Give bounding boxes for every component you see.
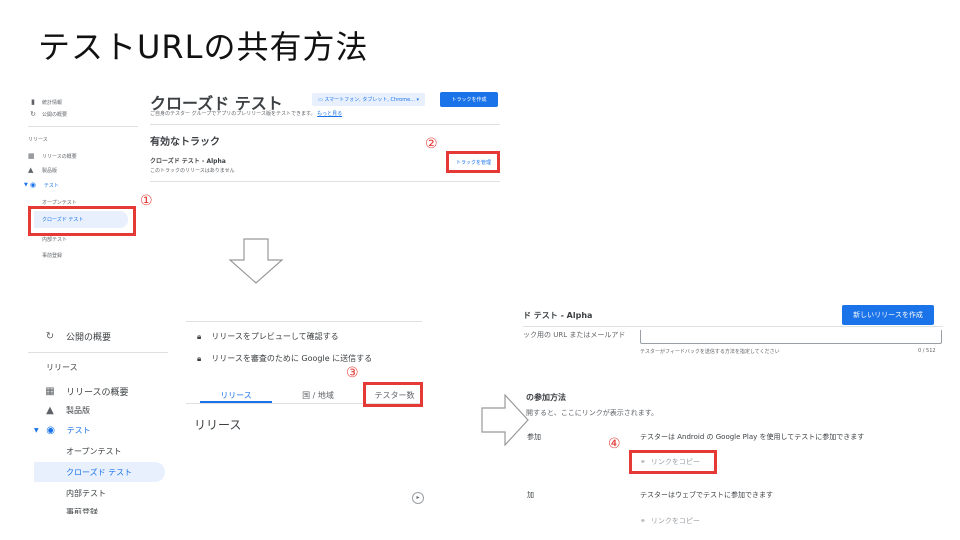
sidebar-section-release: リリース <box>46 363 78 372</box>
arrow-down-icon <box>228 238 284 284</box>
sidebar-item-prereg[interactable]: 事前登録 <box>42 252 62 259</box>
join-heading: の参加方法 <box>526 393 566 402</box>
sidebar-item-release-overview[interactable]: ▦ リリースの概要 <box>42 385 128 398</box>
publish-icon: ↻ <box>45 331 55 342</box>
sidebar-item-open-testing[interactable]: オープンテスト <box>42 199 77 206</box>
lock-icon: 🔒︎ <box>197 331 202 341</box>
divider <box>28 352 168 353</box>
highlight-box-2 <box>446 151 500 173</box>
sidebar-item-open-testing[interactable]: オープンテスト <box>66 446 122 457</box>
sidebar-item-overview[interactable]: ↻ 公開の概要 <box>28 108 138 120</box>
sidebar-item-prereg[interactable]: 事前登録 <box>66 508 98 514</box>
sidebar-item-internal-testing[interactable]: 内部テスト <box>42 236 67 243</box>
marker-4: ④ <box>608 436 621 452</box>
char-counter: 0 / 512 <box>918 348 936 354</box>
link-icon: ⚭ <box>640 517 646 525</box>
divider <box>523 326 943 327</box>
divider <box>186 321 422 322</box>
new-release-button[interactable]: 新しいリリースを作成 <box>842 305 934 325</box>
sidebar-item-overview[interactable]: ↻ 公開の概要 <box>42 330 111 343</box>
sidebar-item-release-overview[interactable]: ▦ リリースの概要 <box>28 152 77 160</box>
testing-icon: ◉ <box>46 425 55 436</box>
play-circle-icon[interactable]: ▸ <box>412 492 424 504</box>
feedback-input[interactable] <box>640 330 942 344</box>
feedback-label: ック用の URL またはメールアド <box>523 331 626 339</box>
marker-2: ② <box>425 136 438 152</box>
sidebar-item-closed-testing[interactable]: クローズド テスト <box>66 467 132 478</box>
submit-release-row[interactable]: 🔒︎ リリースを審査のために Google に送信する <box>197 353 372 364</box>
create-track-button[interactable]: トラックを作成 <box>440 92 498 107</box>
marker-1: ① <box>140 193 153 209</box>
sidebar-item-internal-testing[interactable]: 内部テスト <box>66 488 106 499</box>
web-label: 加 <box>527 491 534 499</box>
sidebar-item-bundle[interactable]: ▲ 製品版 <box>42 405 90 416</box>
preview-release-row[interactable]: 🔒︎ リリースをプレビューして確認する <box>197 331 339 342</box>
chevron-down-icon: ▼ <box>34 427 39 434</box>
publish-icon: ↻ <box>30 110 36 118</box>
sidebar: ▮ 統計情報 ↻ 公開の概要 <box>28 96 138 120</box>
web-description: テスターはウェブでテストに参加できます <box>640 491 773 499</box>
active-tracks-heading: 有効なトラック <box>150 137 220 148</box>
sidebar-item-bundle[interactable]: ▲ 製品版 <box>28 166 57 174</box>
page-title: テストURLの共有方法 <box>38 28 369 66</box>
android-description: テスターは Android の Google Play を使用してテストに参加で… <box>640 433 865 441</box>
highlight-box-1 <box>28 206 136 236</box>
arrow-right-icon <box>481 394 529 446</box>
release-heading: リリース <box>194 418 242 432</box>
device-filter-chip[interactable]: ▭ スマートフォン, タブレット, Chrome... ▾ <box>312 93 426 106</box>
divider <box>150 181 500 182</box>
sidebar-item-testing[interactable]: ▼ ◉ テスト <box>34 425 91 436</box>
dashboard-icon: ▦ <box>45 386 55 397</box>
track-name: クローズド テスト - Alpha <box>150 158 226 165</box>
track-header: ド テスト - Alpha <box>523 311 593 320</box>
lock-icon: 🔒︎ <box>197 353 202 363</box>
divider <box>28 126 138 127</box>
bar-chart-icon: ▮ <box>31 98 35 106</box>
chevron-down-icon: ▼ <box>24 182 28 188</box>
testing-icon: ◉ <box>29 181 36 189</box>
sidebar-item-stats[interactable]: ▮ 統計情報 <box>28 96 138 108</box>
warning-icon: ▲ <box>46 405 54 416</box>
closed-testing-subtext: ご自身のテスター グループでアプリのプレリリース版をテストできます。 もっと見る <box>150 111 343 117</box>
divider <box>150 124 500 125</box>
sidebar-item-testing[interactable]: ▼ ◉ テスト <box>24 181 59 189</box>
track-subtext: このトラックのリリースはありません <box>150 168 235 174</box>
dashboard-icon: ▦ <box>28 152 35 160</box>
warning-icon: ▲ <box>28 166 34 174</box>
join-subtext: 開すると、ここにリンクが表示されます。 <box>526 409 659 417</box>
sidebar-section-release: リリース <box>28 137 48 143</box>
tab-countries[interactable]: 国 / 地域 <box>288 390 348 401</box>
marker-3: ③ <box>346 365 359 381</box>
tab-release[interactable]: リリース <box>200 390 272 401</box>
highlight-box-4 <box>629 450 717 474</box>
learn-more-link[interactable]: もっと見る <box>317 111 342 117</box>
copy-link-web[interactable]: ⚭ リンクをコピー <box>640 516 700 526</box>
highlight-box-3 <box>363 382 423 407</box>
feedback-hint: テスターがフィードバックを送信する方法を指定してください <box>640 349 780 355</box>
android-label: 参加 <box>527 433 541 441</box>
